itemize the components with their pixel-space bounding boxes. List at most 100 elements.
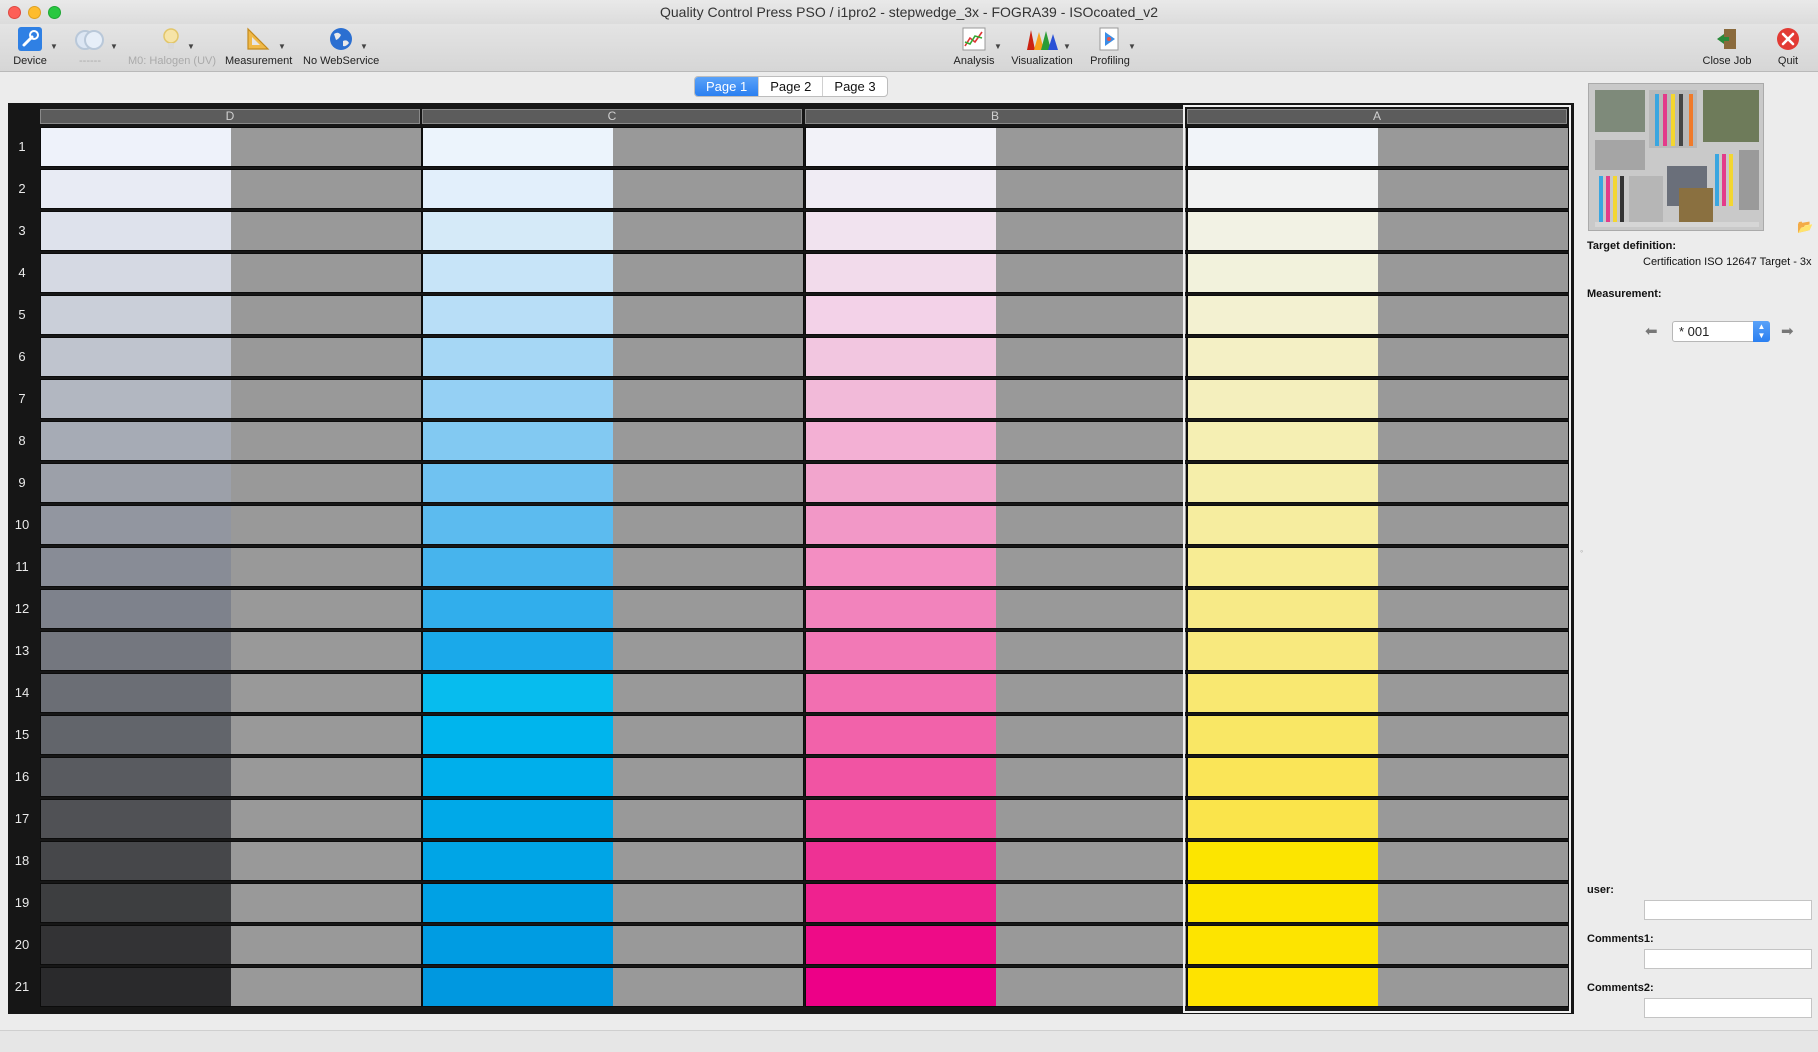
- color-patch[interactable]: [41, 968, 231, 1006]
- patch-row[interactable]: [422, 463, 804, 503]
- color-patch[interactable]: [423, 296, 613, 334]
- device-dropdown-caret-icon[interactable]: ▼: [50, 42, 58, 51]
- patch-row[interactable]: [422, 379, 804, 419]
- color-patch[interactable]: [423, 548, 613, 586]
- webservice-dropdown-caret-icon[interactable]: ▼: [360, 42, 368, 51]
- patch-row[interactable]: [805, 715, 1187, 755]
- gray-patch[interactable]: [613, 422, 803, 460]
- patch-row[interactable]: [40, 421, 422, 461]
- tab-page-3[interactable]: Page 3: [823, 77, 886, 96]
- patch-row[interactable]: [422, 337, 804, 377]
- patch-row[interactable]: [805, 211, 1187, 251]
- color-patch[interactable]: [1188, 968, 1378, 1006]
- color-patch[interactable]: [41, 674, 231, 712]
- patch-row[interactable]: [805, 295, 1187, 335]
- patch-row[interactable]: [1187, 631, 1569, 671]
- gray-patch[interactable]: [231, 884, 421, 922]
- color-patch[interactable]: [1188, 632, 1378, 670]
- color-patch[interactable]: [41, 590, 231, 628]
- color-patch[interactable]: [806, 128, 996, 166]
- open-folder-icon[interactable]: 📂: [1797, 219, 1813, 235]
- patch-row[interactable]: [805, 925, 1187, 965]
- gray-patch[interactable]: [613, 464, 803, 502]
- color-patch[interactable]: [806, 422, 996, 460]
- color-patch[interactable]: [806, 926, 996, 964]
- color-patch[interactable]: [423, 590, 613, 628]
- color-patch[interactable]: [1188, 422, 1378, 460]
- color-patch[interactable]: [41, 506, 231, 544]
- gray-patch[interactable]: [1378, 464, 1568, 502]
- gray-patch[interactable]: [231, 254, 421, 292]
- color-patch[interactable]: [423, 380, 613, 418]
- color-patch[interactable]: [41, 212, 231, 250]
- patch-row[interactable]: [805, 841, 1187, 881]
- color-patch[interactable]: [1188, 212, 1378, 250]
- measurement-select[interactable]: * 001 ▲ ▼: [1672, 321, 1770, 342]
- color-patch[interactable]: [423, 338, 613, 376]
- color-patch[interactable]: [423, 212, 613, 250]
- patch-row[interactable]: [40, 841, 422, 881]
- gray-patch[interactable]: [1378, 632, 1568, 670]
- patch-row[interactable]: [1187, 589, 1569, 629]
- patch-row[interactable]: [1187, 211, 1569, 251]
- gray-patch[interactable]: [996, 464, 1186, 502]
- gray-patch[interactable]: [613, 548, 803, 586]
- gray-patch[interactable]: [613, 758, 803, 796]
- illumination-dropdown-caret-icon[interactable]: ▼: [187, 42, 195, 51]
- color-patch[interactable]: [41, 296, 231, 334]
- color-patch[interactable]: [806, 380, 996, 418]
- color-patch[interactable]: [41, 548, 231, 586]
- patch-row[interactable]: [1187, 169, 1569, 209]
- color-patch[interactable]: [806, 296, 996, 334]
- patch-row[interactable]: [805, 589, 1187, 629]
- patch-row[interactable]: [422, 883, 804, 923]
- color-patch[interactable]: [423, 254, 613, 292]
- gray-patch[interactable]: [996, 506, 1186, 544]
- patch-row[interactable]: [422, 169, 804, 209]
- color-patch[interactable]: [806, 716, 996, 754]
- patch-row[interactable]: [422, 589, 804, 629]
- color-patch[interactable]: [806, 968, 996, 1006]
- patch-row[interactable]: [1187, 841, 1569, 881]
- color-patch[interactable]: [423, 464, 613, 502]
- patch-row[interactable]: [1187, 127, 1569, 167]
- device-mode-dropdown-caret-icon[interactable]: ▼: [110, 42, 118, 51]
- patch-row[interactable]: [805, 547, 1187, 587]
- color-patch[interactable]: [423, 716, 613, 754]
- patch-row[interactable]: [422, 631, 804, 671]
- color-patch[interactable]: [1188, 758, 1378, 796]
- color-patch[interactable]: [423, 506, 613, 544]
- color-patch[interactable]: [806, 254, 996, 292]
- color-patch[interactable]: [41, 842, 231, 880]
- color-patch[interactable]: [41, 926, 231, 964]
- patch-row[interactable]: [1187, 883, 1569, 923]
- color-patch[interactable]: [806, 212, 996, 250]
- gray-patch[interactable]: [996, 338, 1186, 376]
- gray-patch[interactable]: [1378, 506, 1568, 544]
- tab-page-1[interactable]: Page 1: [695, 77, 760, 96]
- maximize-window-icon[interactable]: [48, 6, 61, 19]
- gray-patch[interactable]: [1378, 674, 1568, 712]
- gray-patch[interactable]: [1378, 926, 1568, 964]
- patch-row[interactable]: [1187, 715, 1569, 755]
- patch-row[interactable]: [1187, 757, 1569, 797]
- target-thumbnail[interactable]: [1588, 83, 1764, 231]
- gray-patch[interactable]: [1378, 842, 1568, 880]
- color-patch[interactable]: [1188, 506, 1378, 544]
- color-patch[interactable]: [806, 506, 996, 544]
- visualization-dropdown-caret-icon[interactable]: ▼: [1063, 42, 1071, 51]
- patch-row[interactable]: [805, 757, 1187, 797]
- patch-row[interactable]: [40, 631, 422, 671]
- color-patch[interactable]: [41, 884, 231, 922]
- gray-patch[interactable]: [613, 842, 803, 880]
- patch-row[interactable]: [1187, 421, 1569, 461]
- color-patch[interactable]: [423, 842, 613, 880]
- color-patch[interactable]: [423, 170, 613, 208]
- patch-row[interactable]: [805, 379, 1187, 419]
- gray-patch[interactable]: [613, 212, 803, 250]
- patch-row[interactable]: [40, 925, 422, 965]
- color-patch[interactable]: [1188, 380, 1378, 418]
- gray-patch[interactable]: [996, 170, 1186, 208]
- gray-patch[interactable]: [996, 548, 1186, 586]
- patch-row[interactable]: [1187, 379, 1569, 419]
